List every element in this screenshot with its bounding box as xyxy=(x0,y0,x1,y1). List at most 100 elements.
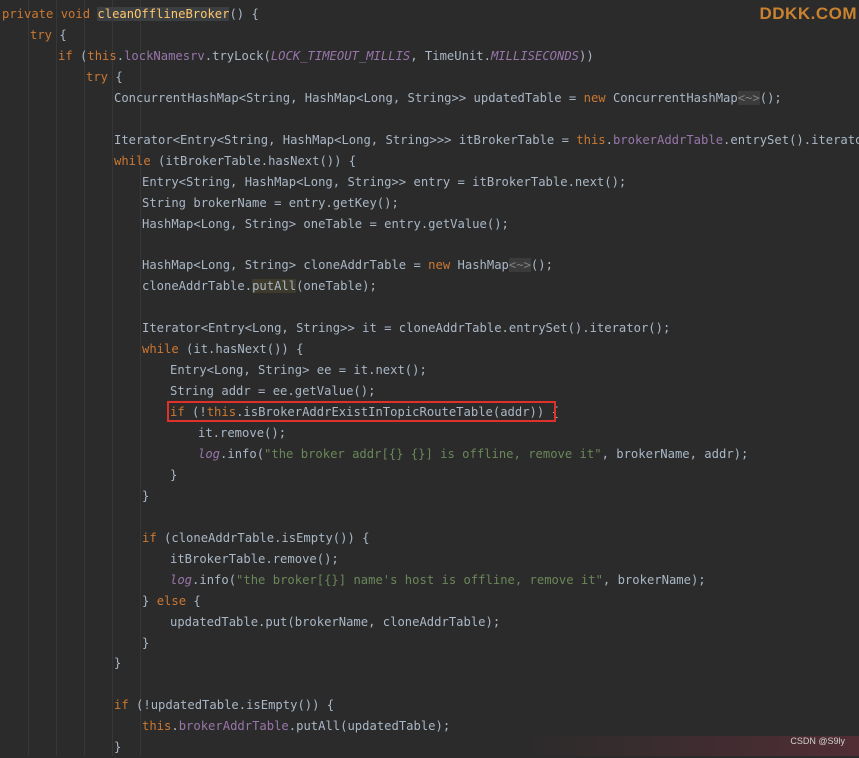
code-token: new xyxy=(583,90,613,105)
code-line[interactable]: if (this.lockNamesrv.tryLock(LOCK_TIMEOU… xyxy=(58,46,594,67)
watermark: DDKK.COM xyxy=(759,4,857,23)
code-token: MILLISECONDS xyxy=(490,48,580,63)
code-token: cleanOfflineBroker xyxy=(97,7,230,21)
code-token: , brokerName, addr); xyxy=(601,446,749,461)
code-token: <~> xyxy=(508,258,531,273)
code-line[interactable]: ConcurrentHashMap<String, HashMap<Long, … xyxy=(114,88,782,109)
code-line[interactable]: String brokerName = entry.getKey(); xyxy=(142,193,399,214)
code-token: this xyxy=(142,719,172,734)
code-token: <~> xyxy=(737,90,760,105)
code-token: } xyxy=(142,488,150,503)
corner-label: CSDN @S9ly xyxy=(790,736,845,746)
code-token: } xyxy=(170,467,178,482)
code-token: .info( xyxy=(220,446,265,461)
code-line[interactable]: while (it.hasNext()) { xyxy=(142,339,303,360)
indent-guide xyxy=(56,0,57,756)
code-token: , brokerName); xyxy=(602,572,706,587)
code-line[interactable]: Iterator<Entry<Long, String>> it = clone… xyxy=(142,318,670,339)
code-line[interactable]: } else { xyxy=(142,591,201,612)
code-token: (cloneAddrTable.isEmpty()) { xyxy=(164,530,370,545)
code-line[interactable]: log.info("the broker addr[{} {}] is offl… xyxy=(198,444,748,465)
code-token: () { xyxy=(229,7,259,21)
indent-guide xyxy=(112,0,113,756)
code-token: private void xyxy=(2,7,98,21)
code-token: } xyxy=(114,656,122,671)
code-line[interactable]: } xyxy=(170,465,177,486)
code-line[interactable]: HashMap<Long, String> oneTable = entry.g… xyxy=(142,214,509,235)
code-token: if xyxy=(58,48,81,63)
code-token: )) xyxy=(579,48,594,63)
code-token: else xyxy=(156,593,194,608)
code-token: { xyxy=(193,593,201,608)
code-token: (!updatedTable.isEmpty()) { xyxy=(136,698,335,713)
code-token: lockNamesrv xyxy=(124,48,205,63)
code-line[interactable]: try { xyxy=(86,67,123,88)
code-token: .info( xyxy=(192,572,237,587)
code-token: cloneAddrTable. xyxy=(142,279,253,294)
code-token: Entry<String, HashMap<Long, String>> ent… xyxy=(142,174,627,189)
code-line[interactable]: if (!updatedTable.isEmpty()) { xyxy=(114,695,334,716)
code-token: } xyxy=(114,740,122,755)
code-token: "the broker[{}] name's host is offline, … xyxy=(236,572,603,587)
code-token: .putAll(updatedTable); xyxy=(288,719,451,734)
indent-guide xyxy=(140,0,141,756)
code-line[interactable]: HashMap<Long, String> cloneAddrTable = n… xyxy=(142,255,553,276)
code-line[interactable]: } xyxy=(114,653,121,674)
code-line[interactable]: } xyxy=(142,486,149,507)
code-line[interactable]: Entry<Long, String> ee = it.next(); xyxy=(170,360,427,381)
code-token: .tryLock( xyxy=(204,48,271,63)
code-token: try xyxy=(86,69,116,84)
code-line[interactable]: while (itBrokerTable.hasNext()) { xyxy=(114,151,356,172)
code-token: . xyxy=(116,48,125,63)
code-token: try xyxy=(30,27,60,42)
code-line[interactable]: cloneAddrTable.putAll(oneTable); xyxy=(142,276,377,297)
code-token: itBrokerTable.remove(); xyxy=(170,551,339,566)
code-token: . xyxy=(171,719,179,734)
code-editor[interactable]: private void cleanOfflineBroker() {try {… xyxy=(0,0,859,756)
code-token: while xyxy=(142,342,187,357)
code-token: (); xyxy=(530,258,553,273)
code-token: it.remove(); xyxy=(198,426,287,440)
code-token: } xyxy=(142,635,150,650)
code-token: Iterator<Entry<Long, String>> it = clone… xyxy=(142,321,671,336)
code-token: ConcurrentHashMap xyxy=(612,90,738,105)
code-token: } xyxy=(142,593,157,608)
code-line[interactable]: updatedTable.put(brokerName, cloneAddrTa… xyxy=(170,612,500,633)
code-token: HashMap<Long, String> cloneAddrTable = xyxy=(142,258,429,273)
code-line[interactable]: private void cleanOfflineBroker() { xyxy=(2,4,259,25)
code-line[interactable]: it.remove(); xyxy=(198,423,286,444)
code-token: brokerAddrTable xyxy=(178,719,289,734)
code-token: (itBrokerTable.hasNext()) { xyxy=(158,153,357,168)
code-token: HashMap<Long, String> oneTable = entry.g… xyxy=(142,216,509,231)
code-line[interactable]: if (cloneAddrTable.isEmpty()) { xyxy=(142,528,369,549)
code-token: brokerAddrTable xyxy=(612,132,724,147)
code-line[interactable]: itBrokerTable.remove(); xyxy=(170,549,339,570)
code-token: putAll xyxy=(252,279,297,294)
code-line[interactable]: log.info("the broker[{}] name's host is … xyxy=(170,570,706,591)
code-line[interactable]: this.brokerAddrTable.putAll(updatedTable… xyxy=(142,716,450,737)
code-token: , TimeUnit. xyxy=(410,48,491,63)
indent-guide xyxy=(84,0,85,756)
code-token: String brokerName = entry.getKey(); xyxy=(142,195,399,210)
code-token: { xyxy=(59,27,67,42)
code-token: this xyxy=(576,132,606,147)
code-token: HashMap xyxy=(457,258,509,273)
code-token: String addr = ee.getValue(); xyxy=(170,384,376,399)
code-token: updatedTable.put(brokerName, cloneAddrTa… xyxy=(170,614,501,629)
code-line[interactable]: String addr = ee.getValue(); xyxy=(170,381,375,402)
code-token: Iterator<Entry<String, HashMap<Long, Str… xyxy=(114,132,577,147)
code-token: new xyxy=(428,258,458,273)
highlight-box xyxy=(167,401,556,422)
code-line[interactable]: Iterator<Entry<String, HashMap<Long, Str… xyxy=(114,130,859,151)
code-line[interactable]: Entry<String, HashMap<Long, String>> ent… xyxy=(142,172,626,193)
code-token: if xyxy=(114,698,137,713)
code-line[interactable]: try { xyxy=(30,25,67,46)
code-token: .entrySet().iterator(); xyxy=(723,132,859,147)
code-token: (oneTable); xyxy=(296,279,377,294)
code-token: log xyxy=(170,572,193,587)
indent-guide xyxy=(28,0,29,756)
code-line[interactable]: } xyxy=(114,737,121,758)
code-token: . xyxy=(605,132,613,147)
code-line[interactable]: } xyxy=(142,633,149,654)
code-token: ConcurrentHashMap<String, HashMap<Long, … xyxy=(114,90,584,105)
